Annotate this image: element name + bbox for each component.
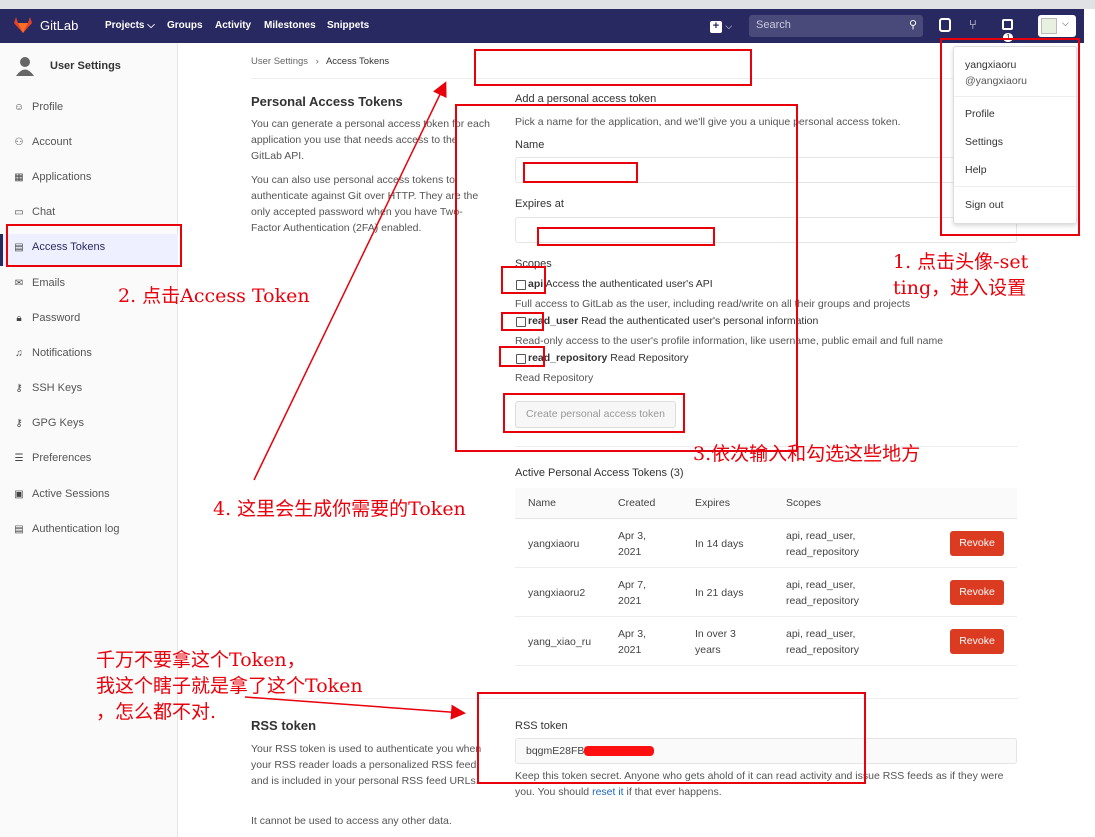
- arrow-to-token-area: [253, 81, 447, 481]
- annotation-step-3: 3.依次输入和勾选这些地方: [693, 443, 921, 465]
- annotation-step-4: 4. 这里会生成你需要的Token: [213, 498, 466, 520]
- annotation-step-1: 1. 点击头像-set ting，进入设置: [893, 251, 1029, 299]
- annotation-warning: 千万不要拿这个Token， 我这个瞎子就是拿了这个Token ，怎么都不对.: [96, 649, 363, 723]
- annotation-step-2: 2. 点击Access Token: [118, 285, 310, 307]
